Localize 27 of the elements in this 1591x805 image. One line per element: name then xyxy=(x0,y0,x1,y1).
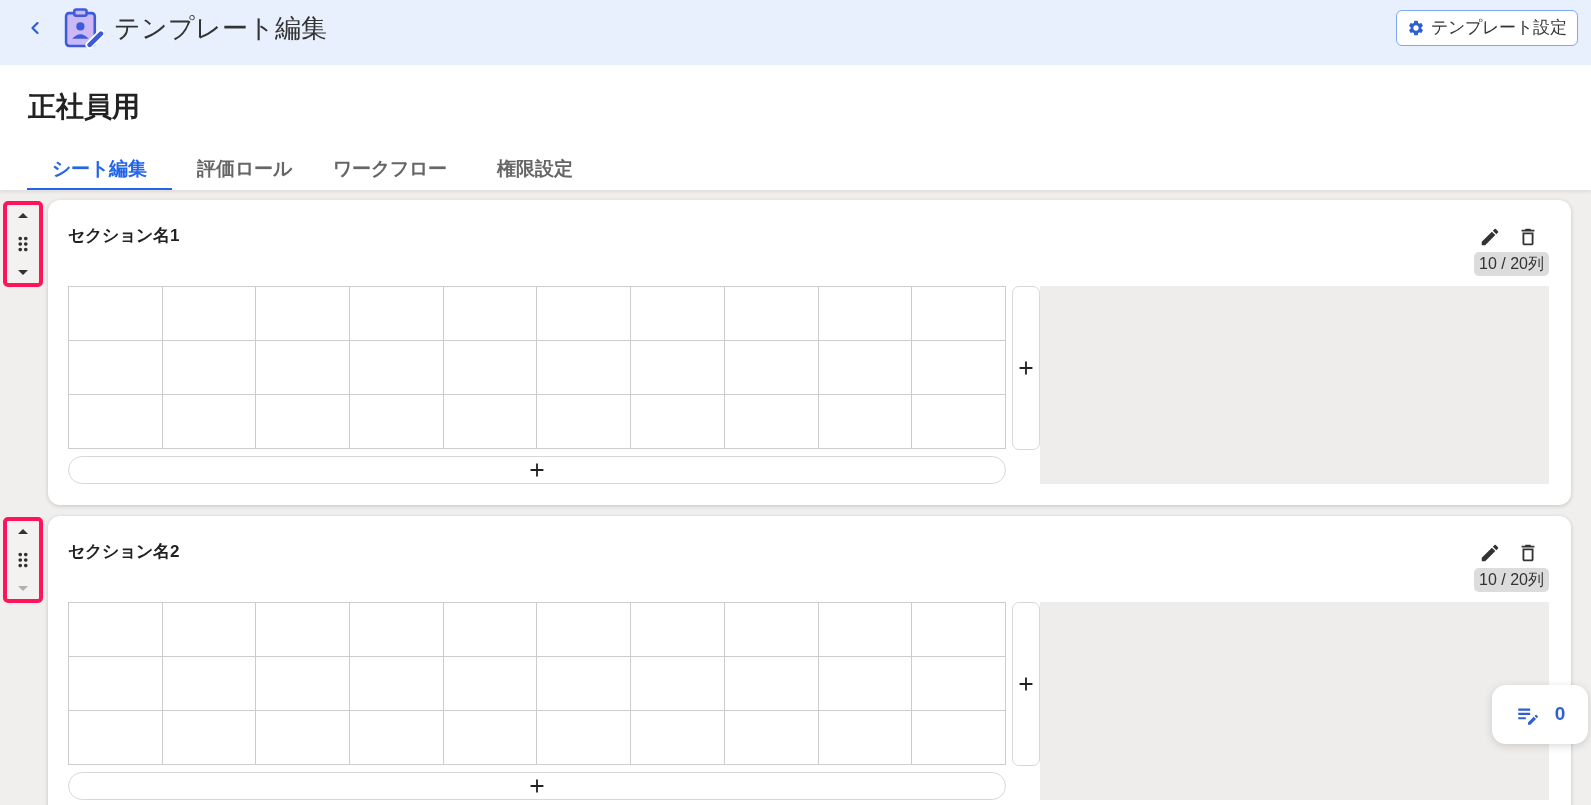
tab[interactable]: シート編集 xyxy=(27,150,172,190)
page-title: 正社員用 xyxy=(28,90,140,124)
back-button[interactable] xyxy=(31,22,39,34)
section-title: セクション名2 xyxy=(68,541,180,563)
caret-up-icon xyxy=(18,213,28,218)
notes-button[interactable]: 0 xyxy=(1492,685,1588,744)
pencil-icon xyxy=(1479,226,1501,248)
edit-button[interactable] xyxy=(1479,542,1501,564)
column-count-badge: 10 / 20列 xyxy=(1474,568,1549,592)
tab[interactable]: ワークフロー xyxy=(317,150,462,190)
chevron-left-icon xyxy=(31,22,39,34)
move-up-button[interactable] xyxy=(18,529,28,534)
pencil-icon xyxy=(1479,542,1501,564)
move-down-button[interactable] xyxy=(18,270,28,275)
clipboard-person-icon xyxy=(63,7,104,49)
column-count-badge: 10 / 20列 xyxy=(1474,252,1549,276)
section-title: セクション名1 xyxy=(68,225,180,247)
caret-up-icon xyxy=(18,529,28,534)
caret-down-icon xyxy=(18,270,28,275)
template-settings-button[interactable]: テンプレート設定 xyxy=(1396,10,1578,46)
move-up-button[interactable] xyxy=(18,213,28,218)
edit-button[interactable] xyxy=(1479,226,1501,248)
tab[interactable]: 評価ロール xyxy=(172,150,317,190)
caret-down-icon xyxy=(18,586,28,591)
settings-icon xyxy=(1407,19,1425,37)
window-title: テンプレート編集 xyxy=(114,12,327,45)
tab[interactable]: 権限設定 xyxy=(462,150,607,190)
